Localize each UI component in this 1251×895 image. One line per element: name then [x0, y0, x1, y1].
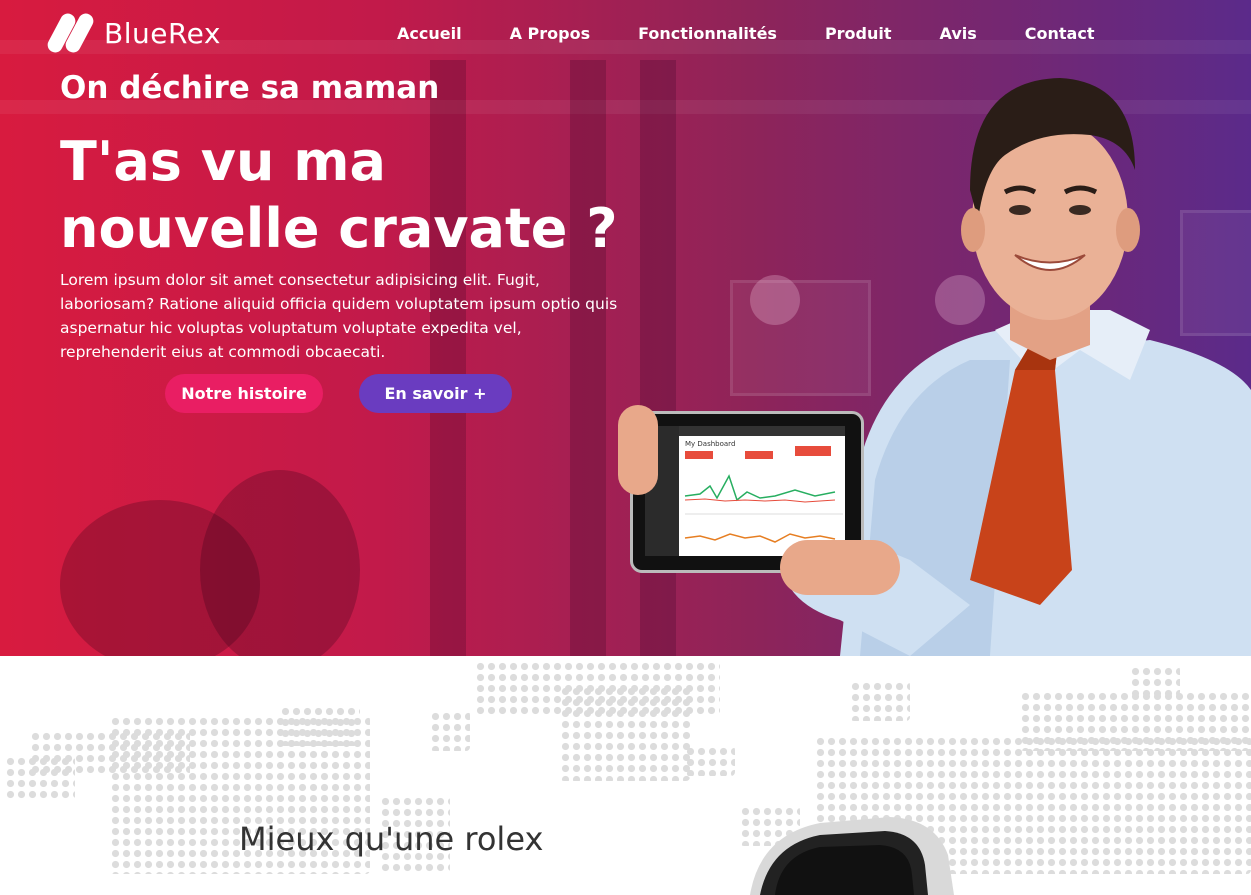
- hero-headline: T'as vu ma nouvelle cravate ?: [60, 130, 618, 260]
- nav-item-avis[interactable]: Avis: [940, 24, 977, 43]
- hero-subtitle: On déchire sa maman: [60, 70, 440, 106]
- notre-histoire-button[interactable]: Notre histoire: [165, 374, 323, 413]
- nav-item-contact[interactable]: Contact: [1025, 24, 1095, 43]
- hero-section: BlueRex Accueil A Propos Fonctionnalités…: [0, 0, 1251, 656]
- tablet-screen: My Dashboard: [645, 426, 845, 556]
- nav-item-a-propos[interactable]: A Propos: [510, 24, 591, 43]
- product-section: [0, 656, 1251, 874]
- nav-item-accueil[interactable]: Accueil: [397, 24, 462, 43]
- main-nav: Accueil A Propos Fonctionnalités Produit…: [397, 24, 1142, 43]
- logo-icon: [45, 10, 98, 56]
- brand-name: BlueRex: [104, 16, 221, 50]
- nav-item-fonctionnalites[interactable]: Fonctionnalités: [638, 24, 777, 43]
- nav-item-produit[interactable]: Produit: [825, 24, 892, 43]
- hero-body-text: Lorem ipsum dolor sit amet consectetur a…: [60, 271, 618, 361]
- brand-logo[interactable]: BlueRex: [45, 10, 221, 56]
- section-title: Mieux qu'une rolex: [239, 820, 544, 858]
- smartwatch-image: [750, 817, 954, 895]
- en-savoir-plus-button[interactable]: En savoir +: [359, 374, 512, 413]
